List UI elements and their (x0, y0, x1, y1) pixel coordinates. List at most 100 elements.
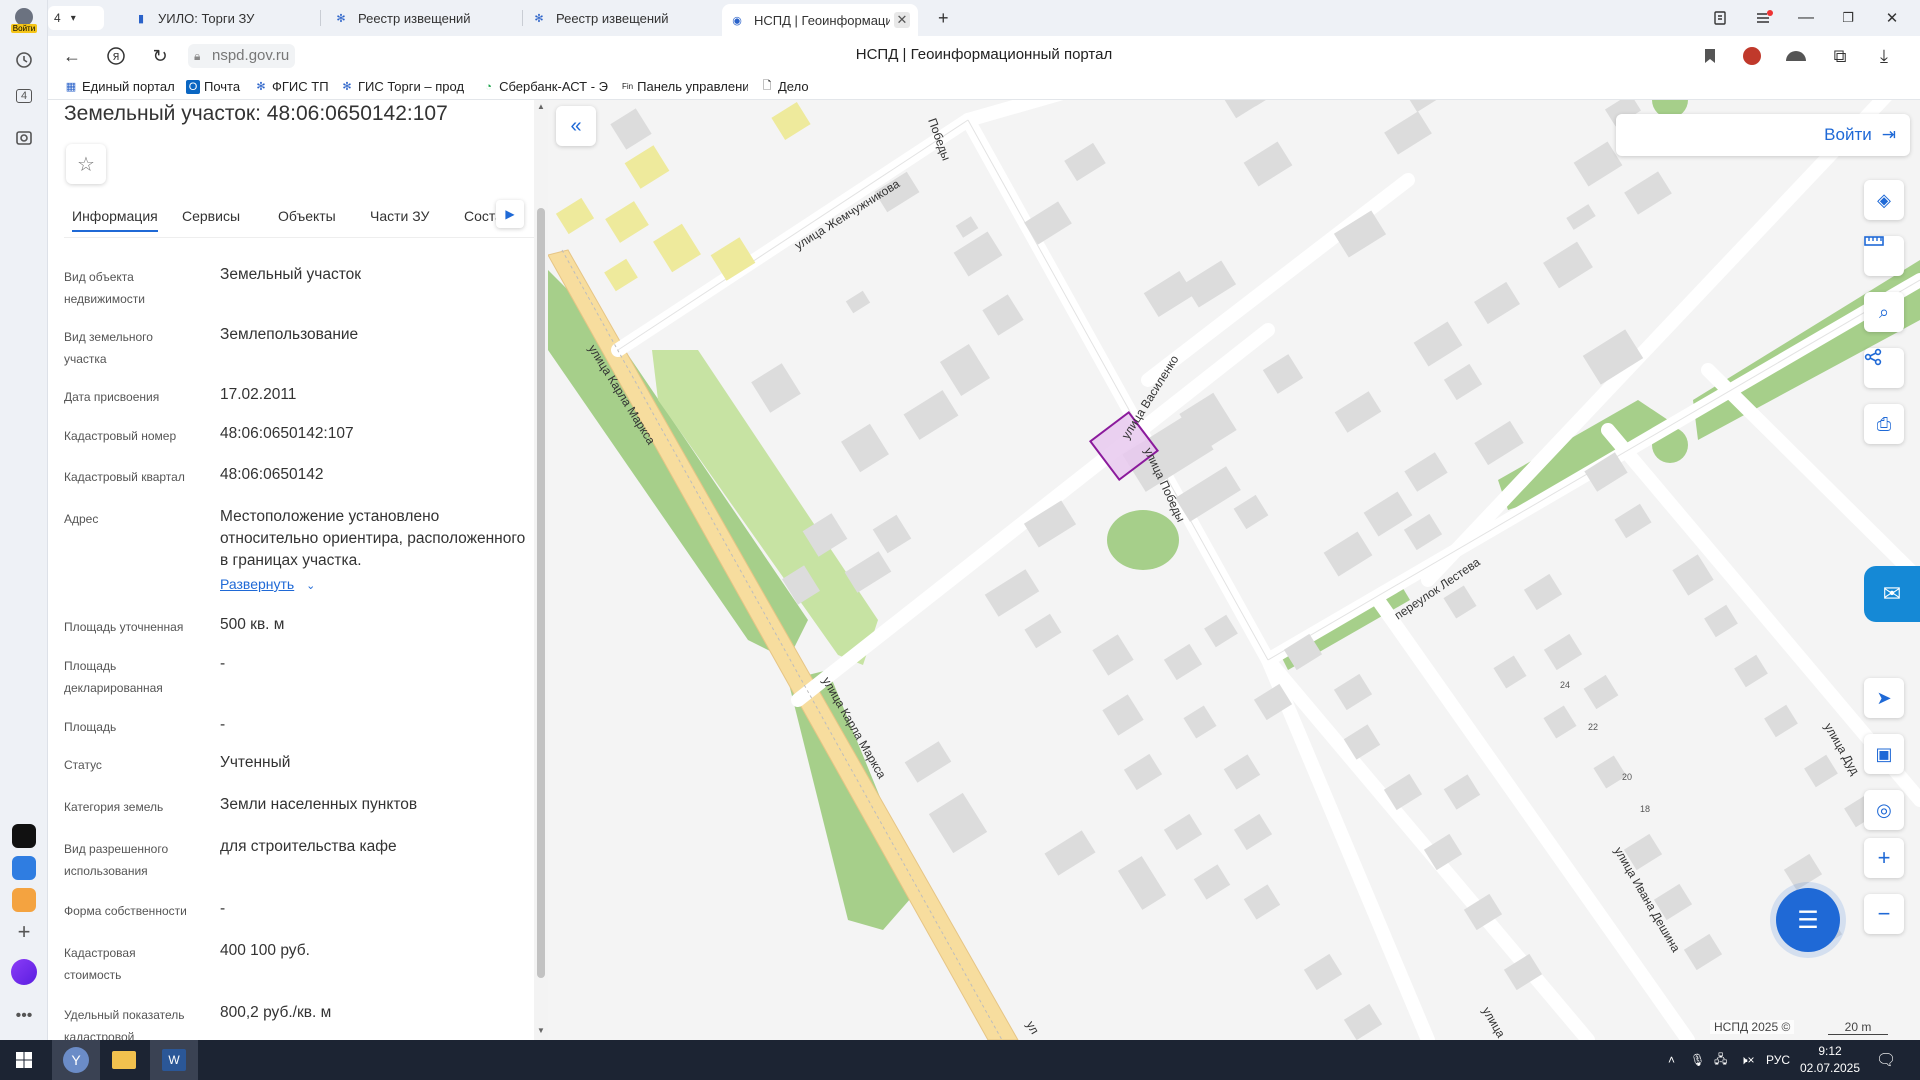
minimize-icon[interactable]: — (1794, 6, 1818, 30)
layers-button[interactable]: ◈ (1864, 180, 1904, 220)
chat-bubble-icon: ☰ (1797, 906, 1819, 934)
tab-services[interactable]: Сервисы (182, 208, 240, 224)
menu-icon[interactable] (1752, 6, 1776, 30)
close-icon[interactable]: ✕ (894, 12, 910, 28)
yandex-icon[interactable]: Я (104, 44, 128, 68)
area-search-button[interactable]: ⌕ (1864, 292, 1904, 332)
tab-uilo[interactable]: ▮ УИЛО: Торги ЗУ (126, 4, 316, 32)
label-cadastral-value: Кадастровая стоимость (64, 946, 136, 982)
bookmark-gis-torgi[interactable]: ✻ ГИС Торги – прод (340, 79, 468, 94)
profile-login-label: Войти (10, 23, 38, 33)
bookmark-edinyi-portal[interactable]: ▦ Единый портал (64, 79, 184, 94)
close-window-icon[interactable]: ✕ (1880, 6, 1904, 30)
copy-icon[interactable]: ⧉ (1828, 44, 1852, 68)
panel-scrollbar[interactable]: ▲ ▼ (534, 100, 548, 1040)
windows-start-icon[interactable] (0, 1040, 48, 1080)
favorite-star-icon[interactable]: ☆ (66, 144, 106, 184)
login-arrow-icon: ⇥ (1881, 125, 1896, 144)
tray-chevron-icon[interactable]: ˄ (1668, 1040, 1675, 1080)
history-icon[interactable] (8, 44, 40, 76)
screen: Войти 4 + ••• 4 ▾ ▮ УИЛО: Торги ЗУ ✻ Рее… (0, 0, 1920, 1080)
minimap-button[interactable]: ▣ (1864, 734, 1904, 774)
login-button[interactable]: Войти ⇥ (1616, 114, 1910, 156)
bookmark-label: Единый портал (82, 79, 175, 94)
assistant-icon[interactable] (8, 956, 40, 988)
bookmark-delo[interactable]: 🗋︎ Дело (760, 79, 820, 94)
label-area-declared: Площадь декларированная (64, 659, 163, 695)
value-status: Учтенный (220, 754, 291, 771)
locate-button[interactable]: ➤ (1864, 678, 1904, 718)
house-number: 20 (1622, 772, 1632, 782)
yandex-browser-taskbar-icon[interactable]: Y (52, 1040, 100, 1080)
volume-muted-icon[interactable]: 🕨︎× (1740, 1040, 1755, 1080)
page-title: НСПД | Геоинформационный портал (855, 46, 1113, 63)
tab-nspd[interactable]: ◉ НСПД | Геоинформаци ✕ (722, 4, 918, 36)
label-cadastral-number: Кадастровый номер (64, 429, 177, 443)
collapse-panel-button[interactable]: « (556, 106, 596, 146)
reload-icon[interactable]: ↻ (148, 44, 172, 68)
share-button[interactable] (1864, 348, 1904, 388)
notifications-icon[interactable]: 🗨︎ (1876, 1040, 1896, 1080)
word-icon[interactable]: W (150, 1040, 198, 1080)
bookmark-label: ГИС Торги – прод (358, 79, 465, 94)
alice-app-icon[interactable] (8, 820, 40, 852)
language-indicator[interactable]: РУС (1766, 1040, 1790, 1080)
tab-objects[interactable]: Объекты (278, 208, 336, 224)
map-canvas: улица Жемчужникова Победы улица Карла Ма… (548, 100, 1920, 1040)
tab-parts[interactable]: Части ЗУ (370, 208, 429, 224)
download-icon[interactable]: ⤓ (1872, 44, 1896, 68)
more-icon[interactable]: ••• (8, 1000, 40, 1032)
tabs-scroll-right-icon[interactable]: ▶ (496, 200, 524, 228)
label-address: Адрес (64, 512, 99, 526)
clock[interactable]: 9:12 02.07.2025 (1796, 1043, 1864, 1077)
label-land-category: Категория земель (64, 800, 164, 814)
bookmark-fgis-tp[interactable]: ✻ ФГИС ТП (254, 79, 330, 94)
feedback-tab[interactable]: ✉ (1864, 566, 1920, 622)
messenger-app-icon[interactable] (8, 852, 40, 884)
tab-reestr-1[interactable]: ✻ Реестр извещений (326, 4, 516, 32)
value-ownership: - (220, 900, 226, 917)
screenshot-icon[interactable] (8, 122, 40, 154)
profile-button[interactable]: Войти (8, 4, 40, 36)
tab-reestr-2[interactable]: ✻ Реестр извещений (524, 4, 714, 32)
tab-group-button[interactable]: 4 ▾ (48, 6, 104, 30)
extension-icon[interactable] (1740, 44, 1764, 68)
expand-link[interactable]: Развернуть ⌄ (220, 576, 315, 592)
back-icon[interactable]: ← (60, 44, 84, 68)
label-object-type: Вид объекта недвижимости (64, 270, 145, 306)
scroll-up-icon[interactable]: ▲ (537, 102, 545, 111)
bookmark-pochta[interactable]: O Почта (186, 79, 250, 94)
geolocation-button[interactable]: ◎ (1864, 790, 1904, 830)
mail-app-icon[interactable] (8, 884, 40, 916)
emblem-icon: ✻ (256, 81, 266, 93)
taskbar: Y W ˄ 🎙︎ 🖧︎ 🕨︎× РУС 9:12 02.07.2025 🗨︎ (0, 1040, 1920, 1080)
add-app-icon[interactable]: + (8, 916, 40, 948)
network-icon[interactable]: 🖧︎ (1714, 1040, 1727, 1080)
restore-icon[interactable]: ❐ (1836, 6, 1860, 30)
ruler-button[interactable] (1864, 236, 1904, 276)
print-button[interactable]: ⎙ (1864, 404, 1904, 444)
scrollbar-thumb[interactable] (537, 208, 545, 978)
globe-favicon-icon: ◉ (732, 14, 742, 27)
value-specific-indicator: 800,2 руб./кв. м (220, 1004, 332, 1021)
tabs-count-button[interactable]: 4 (8, 80, 40, 112)
microphone-icon[interactable]: 🎙︎ (1690, 1040, 1705, 1080)
user-icon (15, 7, 33, 26)
chart-favicon-icon: ▮ (137, 12, 145, 25)
new-tab-button[interactable]: + (930, 4, 958, 32)
zoom-out-button[interactable]: − (1864, 894, 1904, 934)
bookmark-panel[interactable]: Fin Панель управлени (622, 79, 748, 94)
value-land-type: Землепользование (220, 326, 359, 343)
chat-button[interactable]: ☰ (1776, 888, 1840, 952)
expand-label: Развернуть (220, 576, 295, 592)
bookmark-sberbank-ast[interactable]: ◔ Сбербанк-АСТ - Э (482, 79, 608, 94)
bookmark-icon[interactable] (1698, 44, 1722, 68)
sidebar-toggle-icon[interactable] (1784, 44, 1808, 68)
map-view[interactable]: улица Жемчужникова Победы улица Карла Ма… (548, 100, 1920, 1040)
scroll-down-icon[interactable]: ▼ (537, 1026, 545, 1035)
url-field[interactable]: 🔒︎ nspd.gov.ru (188, 44, 296, 68)
collections-icon[interactable] (1708, 6, 1732, 30)
file-explorer-icon[interactable] (100, 1040, 148, 1080)
tab-information[interactable]: Информация (72, 208, 158, 232)
zoom-in-button[interactable]: + (1864, 838, 1904, 878)
